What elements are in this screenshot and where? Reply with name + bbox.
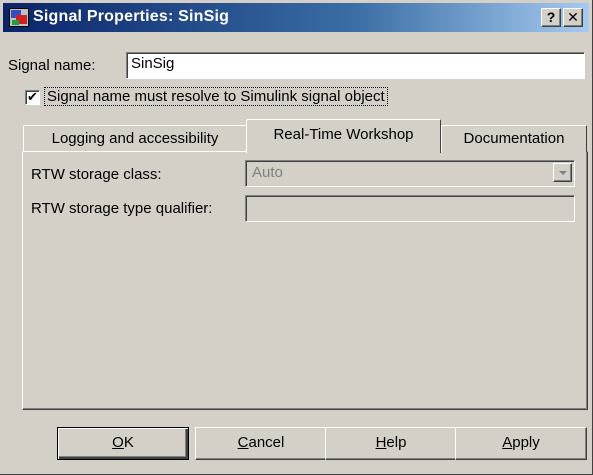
ok-button[interactable]: OK: [57, 427, 189, 460]
tab-label: Logging and accessibility: [51, 130, 219, 147]
window-title: Signal Properties: SinSig: [33, 8, 230, 25]
rtw-type-qualifier-input[interactable]: [245, 195, 575, 222]
rtw-type-qualifier-label: RTW storage type qualifier:: [31, 200, 213, 217]
apply-button[interactable]: Apply: [455, 427, 587, 460]
tab-documentation[interactable]: Documentation: [441, 125, 587, 152]
checkmark-icon: ✔: [27, 89, 38, 104]
rtw-storage-class-dropdown[interactable]: Auto: [245, 160, 575, 187]
help-button[interactable]: Help: [325, 427, 457, 460]
ok-mnemonic: O: [112, 434, 124, 451]
cancel-mnemonic: C: [237, 434, 249, 451]
help-title-button[interactable]: ?: [541, 8, 561, 27]
cancel-button[interactable]: Cancel: [195, 427, 327, 460]
title-bar[interactable]: Signal Properties: SinSig ? ✕: [3, 3, 589, 32]
apply-label: pply: [512, 434, 540, 451]
rtw-storage-class-label: RTW storage class:: [31, 166, 162, 183]
signal-properties-dialog: Signal Properties: SinSig ? ✕ Signal nam…: [0, 0, 593, 475]
close-icon: ✕: [567, 9, 579, 25]
signal-name-label: Signal name:: [8, 57, 96, 74]
signal-name-input[interactable]: SinSig: [126, 52, 585, 79]
rtw-storage-class-value: Auto: [252, 164, 283, 181]
help-mnemonic: H: [375, 434, 387, 451]
tab-real-time-workshop[interactable]: Real-Time Workshop: [246, 119, 441, 153]
help-icon: ?: [546, 9, 556, 25]
close-button[interactable]: ✕: [563, 8, 583, 27]
cancel-label: ancel: [248, 434, 285, 451]
resolve-checkbox-label[interactable]: Signal name must resolve to Simulink sig…: [44, 87, 388, 106]
tab-panel-real-time-workshop: RTW storage class: Auto RTW storage type…: [22, 151, 588, 410]
ok-label: K: [123, 434, 134, 451]
chevron-down-icon[interactable]: [553, 163, 572, 182]
tab-logging-and-accessibility[interactable]: Logging and accessibility: [23, 125, 247, 152]
tab-label: Documentation: [463, 130, 565, 147]
tab-label: Real-Time Workshop: [273, 126, 414, 143]
help-label: elp: [386, 434, 407, 451]
apply-mnemonic: A: [502, 434, 513, 451]
resolve-checkbox[interactable]: ✔: [25, 90, 40, 105]
simulink-app-icon: [9, 8, 29, 27]
